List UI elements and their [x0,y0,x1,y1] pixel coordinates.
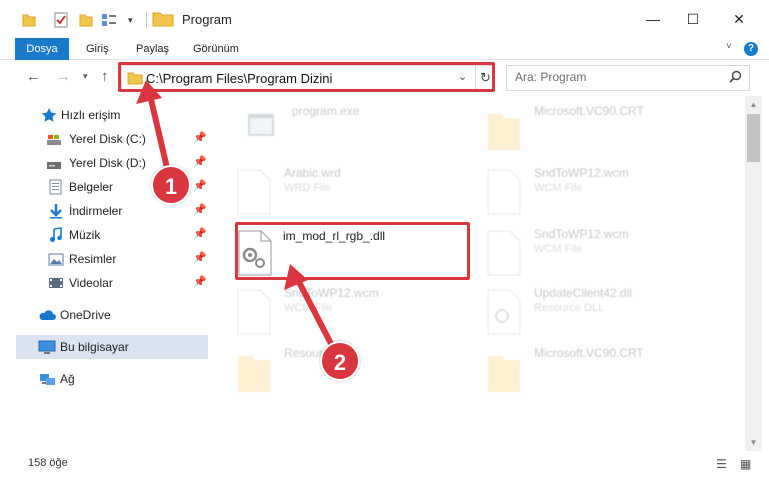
callout-arrows [136,80,343,363]
arrow-1-head [136,80,162,104]
step-1-badge: 1 [151,165,191,205]
step-2-badge: 2 [320,341,360,381]
